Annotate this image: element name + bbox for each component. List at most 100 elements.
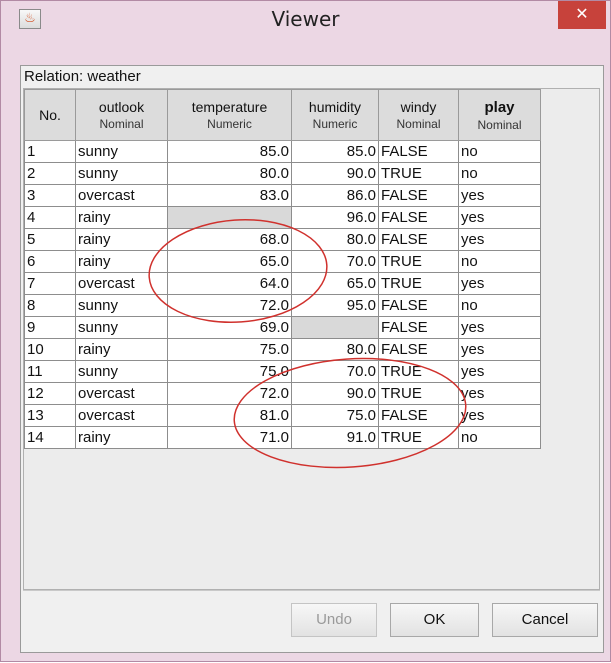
cell-humidity[interactable]: 80.0 <box>291 338 379 361</box>
title-bar[interactable]: Viewer ♨ ✕ <box>1 1 610 37</box>
column-header-outlook[interactable]: outlook Nominal <box>75 89 168 141</box>
cell-temperature[interactable]: 81.0 <box>167 404 292 427</box>
cell-humidity[interactable]: 80.0 <box>291 228 379 251</box>
column-header-humidity[interactable]: humidity Numeric <box>291 89 379 141</box>
cell-temperature[interactable]: 85.0 <box>167 140 292 163</box>
cell-temperature[interactable] <box>167 206 292 229</box>
cell-outlook[interactable]: overcast <box>75 404 168 427</box>
cell-outlook[interactable]: sunny <box>75 360 168 383</box>
cell-outlook[interactable]: rainy <box>75 206 168 229</box>
cell-outlook[interactable]: rainy <box>75 426 168 449</box>
cell-play[interactable]: no <box>458 250 541 273</box>
cell-play[interactable]: yes <box>458 404 541 427</box>
cell-temperature[interactable]: 75.0 <box>167 338 292 361</box>
cell-windy[interactable]: FALSE <box>378 294 459 317</box>
cell-play[interactable]: yes <box>458 360 541 383</box>
cell-windy[interactable]: TRUE <box>378 426 459 449</box>
cell-no[interactable]: 12 <box>24 382 76 405</box>
cell-play[interactable]: yes <box>458 382 541 405</box>
table-row[interactable]: 4 rainy 96.0 FALSE yes <box>24 206 541 229</box>
table-row[interactable]: 6 rainy 65.0 70.0 TRUE no <box>24 250 541 273</box>
cell-outlook[interactable]: sunny <box>75 316 168 339</box>
cell-humidity[interactable]: 96.0 <box>291 206 379 229</box>
cell-no[interactable]: 7 <box>24 272 76 295</box>
cell-windy[interactable]: FALSE <box>378 184 459 207</box>
cell-temperature[interactable]: 65.0 <box>167 250 292 273</box>
column-header-play[interactable]: play Nominal <box>458 89 541 141</box>
cell-no[interactable]: 3 <box>24 184 76 207</box>
cell-play[interactable]: yes <box>458 206 541 229</box>
cell-windy[interactable]: FALSE <box>378 316 459 339</box>
cell-humidity[interactable]: 75.0 <box>291 404 379 427</box>
table-row[interactable]: 14 rainy 71.0 91.0 TRUE no <box>24 426 541 449</box>
cell-windy[interactable]: FALSE <box>378 404 459 427</box>
cell-play[interactable]: no <box>458 140 541 163</box>
cell-no[interactable]: 8 <box>24 294 76 317</box>
cell-play[interactable]: no <box>458 426 541 449</box>
cell-windy[interactable]: FALSE <box>378 140 459 163</box>
column-header-windy[interactable]: windy Nominal <box>378 89 459 141</box>
cell-humidity[interactable]: 70.0 <box>291 250 379 273</box>
table-row[interactable]: 5 rainy 68.0 80.0 FALSE yes <box>24 228 541 251</box>
table-row[interactable]: 8 sunny 72.0 95.0 FALSE no <box>24 294 541 317</box>
cell-outlook[interactable]: overcast <box>75 272 168 295</box>
cell-no[interactable]: 10 <box>24 338 76 361</box>
table-row[interactable]: 9 sunny 69.0 FALSE yes <box>24 316 541 339</box>
cell-humidity[interactable]: 90.0 <box>291 382 379 405</box>
table-row[interactable]: 7 overcast 64.0 65.0 TRUE yes <box>24 272 541 295</box>
cell-no[interactable]: 13 <box>24 404 76 427</box>
column-header-no[interactable]: No. <box>24 89 76 141</box>
cell-outlook[interactable]: rainy <box>75 338 168 361</box>
cell-windy[interactable]: FALSE <box>378 338 459 361</box>
column-header-temperature[interactable]: temperature Numeric <box>167 89 292 141</box>
cell-windy[interactable]: FALSE <box>378 206 459 229</box>
undo-button[interactable]: Undo <box>291 603 377 637</box>
cell-windy[interactable]: FALSE <box>378 228 459 251</box>
table-row[interactable]: 13 overcast 81.0 75.0 FALSE yes <box>24 404 541 427</box>
cell-windy[interactable]: TRUE <box>378 382 459 405</box>
cell-windy[interactable]: TRUE <box>378 272 459 295</box>
cell-no[interactable]: 6 <box>24 250 76 273</box>
cell-humidity[interactable]: 91.0 <box>291 426 379 449</box>
cell-temperature[interactable]: 75.0 <box>167 360 292 383</box>
table-row[interactable]: 2 sunny 80.0 90.0 TRUE no <box>24 162 541 185</box>
cell-play[interactable]: yes <box>458 338 541 361</box>
cell-temperature[interactable]: 72.0 <box>167 382 292 405</box>
cell-outlook[interactable]: sunny <box>75 294 168 317</box>
cell-play[interactable]: yes <box>458 184 541 207</box>
cell-temperature[interactable]: 68.0 <box>167 228 292 251</box>
cell-no[interactable]: 5 <box>24 228 76 251</box>
cancel-button[interactable]: Cancel <box>492 603 598 637</box>
cell-humidity[interactable] <box>291 316 379 339</box>
cell-no[interactable]: 4 <box>24 206 76 229</box>
table-row[interactable]: 3 overcast 83.0 86.0 FALSE yes <box>24 184 541 207</box>
close-button[interactable]: ✕ <box>558 1 606 29</box>
cell-outlook[interactable]: sunny <box>75 162 168 185</box>
cell-play[interactable]: no <box>458 294 541 317</box>
cell-play[interactable]: no <box>458 162 541 185</box>
table-row[interactable]: 12 overcast 72.0 90.0 TRUE yes <box>24 382 541 405</box>
cell-no[interactable]: 11 <box>24 360 76 383</box>
cell-windy[interactable]: TRUE <box>378 360 459 383</box>
cell-no[interactable]: 9 <box>24 316 76 339</box>
cell-outlook[interactable]: overcast <box>75 382 168 405</box>
cell-play[interactable]: yes <box>458 272 541 295</box>
cell-outlook[interactable]: overcast <box>75 184 168 207</box>
cell-humidity[interactable]: 85.0 <box>291 140 379 163</box>
cell-windy[interactable]: TRUE <box>378 162 459 185</box>
cell-temperature[interactable]: 64.0 <box>167 272 292 295</box>
cell-humidity[interactable]: 70.0 <box>291 360 379 383</box>
cell-temperature[interactable]: 69.0 <box>167 316 292 339</box>
cell-outlook[interactable]: sunny <box>75 140 168 163</box>
cell-humidity[interactable]: 86.0 <box>291 184 379 207</box>
cell-windy[interactable]: TRUE <box>378 250 459 273</box>
cell-humidity[interactable]: 65.0 <box>291 272 379 295</box>
ok-button[interactable]: OK <box>390 603 479 637</box>
cell-play[interactable]: yes <box>458 316 541 339</box>
cell-temperature[interactable]: 71.0 <box>167 426 292 449</box>
cell-no[interactable]: 1 <box>24 140 76 163</box>
table-row[interactable]: 1 sunny 85.0 85.0 FALSE no <box>24 140 541 163</box>
table-row[interactable]: 10 rainy 75.0 80.0 FALSE yes <box>24 338 541 361</box>
cell-outlook[interactable]: rainy <box>75 228 168 251</box>
data-grid-panel[interactable]: No. outlook Nominal temperature Numeric … <box>23 88 600 590</box>
